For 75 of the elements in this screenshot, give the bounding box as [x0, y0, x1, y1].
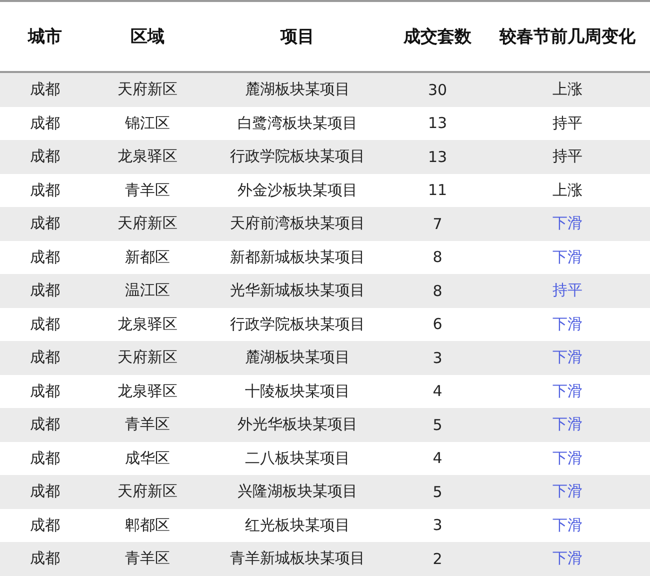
table-cell: 成都: [0, 341, 90, 374]
table-cell: 下滑: [485, 542, 650, 576]
table-cell: 新都区: [90, 240, 205, 274]
table-cell: 3: [390, 341, 485, 374]
table-cell: 成都: [0, 72, 90, 106]
table-cell: 下滑: [485, 408, 650, 442]
table-cell: 龙泉驿区: [90, 140, 205, 174]
table-cell: 3: [390, 508, 485, 542]
table-cell: 天府新区: [90, 207, 205, 240]
table-cell: 天府新区: [90, 475, 205, 508]
table-cell: 行政学院板块某项目: [205, 308, 390, 341]
table-cell: 行政学院板块某项目: [205, 140, 390, 174]
table-cell: 成都: [0, 274, 90, 308]
table-cell: 温江区: [90, 274, 205, 308]
table-cell: 13: [390, 140, 485, 174]
table-cell: 成都: [0, 542, 90, 576]
table-cell: 青羊区: [90, 408, 205, 442]
table-cell: 青羊区: [90, 174, 205, 207]
table-cell: 龙泉驿区: [90, 308, 205, 341]
table-cell: 4: [390, 442, 485, 475]
table-cell: 红光板块某项目: [205, 508, 390, 542]
table-cell: 30: [390, 72, 485, 106]
table-cell: 成都: [0, 174, 90, 207]
table-cell: 13: [390, 106, 485, 140]
table-cell: 郫都区: [90, 508, 205, 542]
table-cell: 青羊新城板块某项目: [205, 542, 390, 576]
table-cell: 持平: [485, 106, 650, 140]
table-cell: 下滑: [485, 442, 650, 475]
table-cell: 成都: [0, 508, 90, 542]
table-cell: 下滑: [485, 374, 650, 408]
table-cell: 8: [390, 274, 485, 308]
table-cell: 5: [390, 475, 485, 508]
table-cell: 白鹭湾板块某项目: [205, 106, 390, 140]
table-cell: 成华区: [90, 442, 205, 475]
table-cell: 下滑: [485, 308, 650, 341]
table-cell: 天府新区: [90, 341, 205, 374]
table-cell: 2: [390, 542, 485, 576]
table-cell: 成都: [0, 442, 90, 475]
table-cell: 下滑: [485, 475, 650, 508]
table-cell: 十陵板块某项目: [205, 374, 390, 408]
table-cell: 外光华板块某项目: [205, 408, 390, 442]
table-cell: 下滑: [485, 207, 650, 240]
table-cell: 锦江区: [90, 106, 205, 140]
table-cell: 二八板块某项目: [205, 442, 390, 475]
table-cell: 龙泉驿区: [90, 374, 205, 408]
table-cell: 下滑: [485, 341, 650, 374]
table-cell: 麓湖板块某项目: [205, 72, 390, 106]
table-cell: 8: [390, 240, 485, 274]
table-cell: 成都: [0, 308, 90, 341]
table-cell: 成都: [0, 374, 90, 408]
table-cell: 下滑: [485, 240, 650, 274]
table-cell: 持平: [485, 140, 650, 174]
table-cell: 天府新区: [90, 72, 205, 106]
table-cell: 7: [390, 207, 485, 240]
table-cell: 新都新城板块某项目: [205, 240, 390, 274]
table-cell: 成都: [0, 140, 90, 174]
table-cell: 成都: [0, 240, 90, 274]
table-cell: 6: [390, 308, 485, 341]
table-cell: 成都: [0, 106, 90, 140]
table-cell: 持平: [485, 274, 650, 308]
table-cell: 天府前湾板块某项目: [205, 207, 390, 240]
table-cell: 兴隆湖板块某项目: [205, 475, 390, 508]
table-cell: 麓湖板块某项目: [205, 341, 390, 374]
table-cell: 下滑: [485, 508, 650, 542]
table-cell: 成都: [0, 207, 90, 240]
table-cell: 11: [390, 174, 485, 207]
table-cell: 5: [390, 408, 485, 442]
table-cell: 成都: [0, 475, 90, 508]
table-cell: 青羊区: [90, 542, 205, 576]
table-cell: 成都: [0, 408, 90, 442]
table-cell: 外金沙板块某项目: [205, 174, 390, 207]
table-cell: 4: [390, 374, 485, 408]
table-cell: 上涨: [485, 72, 650, 106]
table-cell: 上涨: [485, 174, 650, 207]
table-cell: 光华新城板块某项目: [205, 274, 390, 308]
